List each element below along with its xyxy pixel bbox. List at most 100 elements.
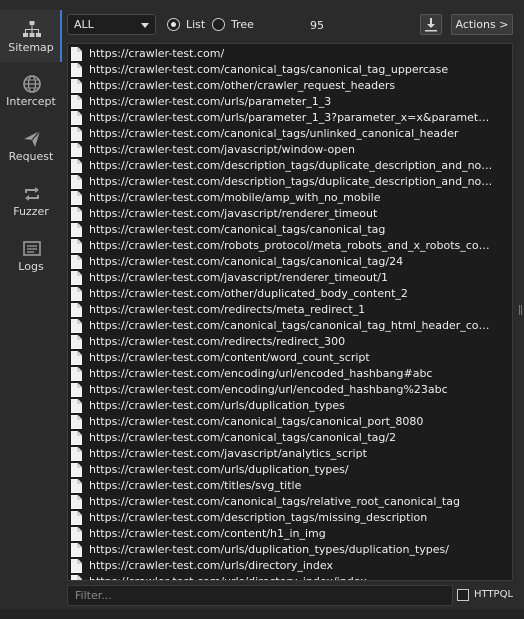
file-icon (71, 79, 82, 93)
url-text: https://crawler-test.com/canonical_tags/… (89, 63, 449, 76)
grip-icon (519, 305, 522, 315)
file-icon (71, 175, 82, 189)
list-item[interactable]: https://crawler-test.com/canonical_tags/… (68, 430, 512, 446)
list-item[interactable]: https://crawler-test.com/urls/duplicatio… (68, 542, 512, 558)
url-text: https://crawler-test.com/robots_protocol… (89, 239, 493, 252)
list-item[interactable]: https://crawler-test.com/urls/directory_… (68, 558, 512, 574)
list-item[interactable]: https://crawler-test.com/ (68, 46, 512, 62)
file-icon (71, 287, 82, 301)
file-icon (71, 111, 82, 125)
list-item[interactable]: https://crawler-test.com/canonical_tags/… (68, 62, 512, 78)
list-item[interactable]: https://crawler-test.com/urls/duplicatio… (68, 462, 512, 478)
nav-label-request: Request (8, 150, 54, 163)
url-text: https://crawler-test.com/canonical_tags/… (89, 495, 460, 508)
url-text: https://crawler-test.com/canonical_tags/… (89, 431, 397, 444)
file-icon (71, 207, 82, 221)
httpql-toggle[interactable]: HTTPQL (457, 588, 521, 604)
sitemap-toolbar: ALL List Tree 95 Actions > (62, 0, 524, 40)
list-item[interactable]: https://crawler-test.com/other/crawler_r… (68, 78, 512, 94)
file-icon (71, 479, 82, 493)
list-item[interactable]: https://crawler-test.com/description_tag… (68, 158, 512, 174)
url-text: https://crawler-test.com/urls/directory_… (89, 575, 493, 580)
list-item[interactable]: https://crawler-test.com/other/duplicate… (68, 286, 512, 302)
list-item[interactable]: https://crawler-test.com/javascript/wind… (68, 142, 512, 158)
file-icon (71, 431, 82, 445)
view-list-option[interactable]: List (167, 17, 215, 33)
list-item[interactable]: https://crawler-test.com/mobile/amp_with… (68, 190, 512, 206)
list-item[interactable]: https://crawler-test.com/canonical_tags/… (68, 414, 512, 430)
nav-label-intercept: Intercept (6, 95, 56, 108)
file-icon (71, 415, 82, 429)
file-icon (71, 239, 82, 253)
url-text: https://crawler-test.com/titles/svg_titl… (89, 479, 302, 492)
url-text: https://crawler-test.com/javascript/wind… (89, 143, 355, 156)
file-icon (71, 271, 82, 285)
list-item[interactable]: https://crawler-test.com/titles/svg_titl… (68, 478, 512, 494)
list-item[interactable]: https://crawler-test.com/canonical_tags/… (68, 222, 512, 238)
status-strip (0, 609, 524, 619)
scope-select[interactable]: ALL (67, 14, 156, 35)
nav-item-intercept[interactable]: Intercept (0, 64, 62, 116)
chevron-down-icon (141, 23, 149, 28)
list-item[interactable]: https://crawler-test.com/redirects/meta_… (68, 302, 512, 318)
url-text: https://crawler-test.com/encoding/url/en… (89, 367, 433, 380)
nav-item-sitemap[interactable]: Sitemap (0, 10, 62, 62)
actions-button[interactable]: Actions > (451, 14, 513, 35)
url-text: https://crawler-test.com/canonical_tags/… (89, 255, 404, 268)
httpql-checkbox[interactable] (457, 589, 469, 601)
url-text: https://crawler-test.com/description_tag… (89, 511, 428, 524)
list-item[interactable]: https://crawler-test.com/javascript/rend… (68, 270, 512, 286)
url-text: https://crawler-test.com/javascript/rend… (89, 271, 388, 284)
view-tree-option[interactable]: Tree (212, 17, 262, 33)
list-item[interactable]: https://crawler-test.com/canonical_tags/… (68, 494, 512, 510)
list-item[interactable]: https://crawler-test.com/canonical_tags/… (68, 126, 512, 142)
file-icon (71, 63, 82, 77)
list-item[interactable]: https://crawler-test.com/redirects/redir… (68, 334, 512, 350)
url-text: https://crawler-test.com/ (89, 47, 225, 60)
filter-input[interactable] (67, 585, 453, 606)
splitter-handle[interactable] (518, 43, 523, 581)
tree-radio[interactable] (212, 18, 225, 31)
file-icon (71, 527, 82, 541)
list-item[interactable]: https://crawler-test.com/content/h1_in_i… (68, 526, 512, 542)
download-icon (425, 18, 437, 32)
download-button[interactable] (420, 14, 442, 35)
list-item[interactable]: https://crawler-test.com/urls/directory_… (68, 574, 512, 580)
file-icon (71, 447, 82, 461)
list-item[interactable]: https://crawler-test.com/canonical_tags/… (68, 254, 512, 270)
httpql-label: HTTPQL (474, 589, 514, 600)
url-text: https://crawler-test.com/canonical_tags/… (89, 127, 459, 140)
list-item[interactable]: https://crawler-test.com/urls/parameter_… (68, 110, 512, 126)
list-item[interactable]: https://crawler-test.com/description_tag… (68, 510, 512, 526)
file-icon (71, 351, 82, 365)
list-item[interactable]: https://crawler-test.com/urls/duplicatio… (68, 398, 512, 414)
nav-label-logs: Logs (18, 260, 44, 273)
url-text: https://crawler-test.com/urls/directory_… (89, 559, 333, 572)
list-item[interactable]: https://crawler-test.com/urls/parameter_… (68, 94, 512, 110)
url-text: https://crawler-test.com/description_tag… (89, 175, 493, 188)
url-text: https://crawler-test.com/other/crawler_r… (89, 79, 396, 92)
nav-item-logs[interactable]: Logs (0, 229, 62, 281)
logs-icon (23, 241, 41, 256)
list-item[interactable]: https://crawler-test.com/canonical_tags/… (68, 318, 512, 334)
list-item[interactable]: https://crawler-test.com/javascript/rend… (68, 206, 512, 222)
list-item[interactable]: https://crawler-test.com/encoding/url/en… (68, 382, 512, 398)
file-icon (71, 383, 82, 397)
nav-item-fuzzer[interactable]: Fuzzer (0, 174, 62, 226)
list-item[interactable]: https://crawler-test.com/description_tag… (68, 174, 512, 190)
file-icon (71, 47, 82, 61)
url-text: https://crawler-test.com/content/word_co… (89, 351, 370, 364)
list-item[interactable]: https://crawler-test.com/javascript/anal… (68, 446, 512, 462)
url-text: https://crawler-test.com/mobile/amp_with… (89, 191, 381, 204)
file-icon (71, 191, 82, 205)
nav-item-request[interactable]: Request (0, 119, 62, 171)
tree-radio-label: Tree (231, 18, 254, 31)
file-icon (71, 303, 82, 317)
nav-label-sitemap: Sitemap (8, 41, 54, 54)
list-item[interactable]: https://crawler-test.com/encoding/url/en… (68, 366, 512, 382)
list-item[interactable]: https://crawler-test.com/robots_protocol… (68, 238, 512, 254)
sitemap-icon (23, 21, 41, 37)
scope-select-value: ALL (74, 18, 94, 31)
list-item[interactable]: https://crawler-test.com/content/word_co… (68, 350, 512, 366)
list-radio[interactable] (167, 18, 180, 31)
